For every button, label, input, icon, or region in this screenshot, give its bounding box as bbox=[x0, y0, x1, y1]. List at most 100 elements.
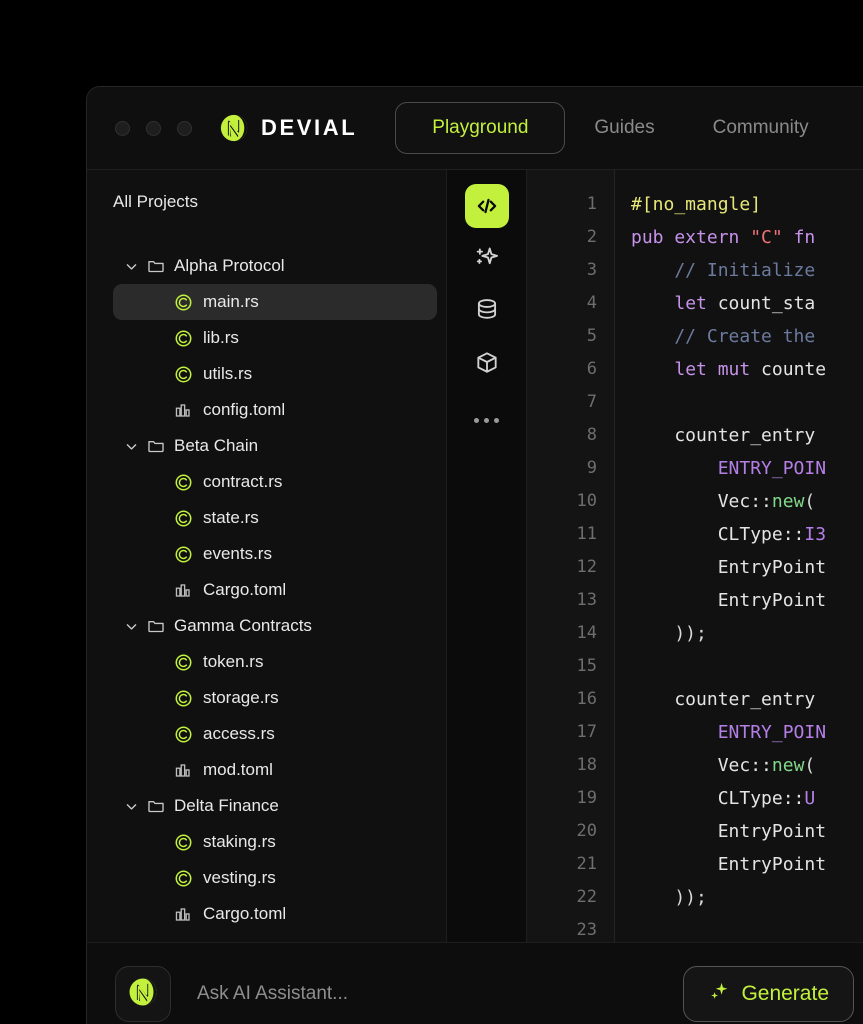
code-token: EntryPoint bbox=[631, 854, 827, 875]
code-token: count_sta bbox=[706, 293, 816, 314]
chevron-down-icon[interactable] bbox=[125, 260, 138, 273]
tree-file-row[interactable]: events.rs bbox=[113, 536, 437, 572]
code-token: // Create the bbox=[631, 326, 816, 347]
main-body: All Projects Alpha Protocol main.rs lib.rs… bbox=[87, 170, 863, 942]
rail-item-code[interactable] bbox=[464, 184, 509, 228]
toml-file-icon bbox=[175, 401, 193, 420]
tree-file-row[interactable]: Cargo.toml bbox=[113, 572, 437, 608]
close-window-button[interactable] bbox=[115, 120, 130, 136]
tree-file-label: mod.toml bbox=[203, 760, 273, 779]
line-number: 15 bbox=[576, 656, 597, 676]
folder-icon bbox=[147, 437, 165, 455]
tree-folder-row[interactable]: Delta Finance bbox=[87, 788, 446, 824]
code-token: counter_entry bbox=[631, 689, 816, 710]
code-line: // Create the bbox=[631, 320, 863, 353]
tree-file-label: lib.rs bbox=[203, 328, 239, 347]
app-window: DEVIAL Playground Guides Community All P… bbox=[86, 86, 863, 1024]
code-token: EntryPoint bbox=[631, 821, 827, 842]
folder-icon bbox=[147, 797, 165, 815]
tree-file-row[interactable]: vesting.rs bbox=[113, 860, 437, 896]
tab-community[interactable]: Community bbox=[684, 102, 838, 154]
line-number: 10 bbox=[576, 491, 597, 511]
tree-file-label: storage.rs bbox=[203, 688, 279, 707]
tree-file-row[interactable]: access.rs bbox=[113, 716, 437, 752]
tree-file-row[interactable]: token.rs bbox=[113, 644, 437, 680]
tree-file-label: events.rs bbox=[203, 544, 272, 563]
tree-file-label: staking.rs bbox=[203, 832, 276, 851]
tree-file-row[interactable]: utils.rs bbox=[113, 356, 437, 392]
main-tabs: Playground Guides Community bbox=[395, 102, 837, 154]
code-token: )); bbox=[631, 887, 707, 908]
line-number: 18 bbox=[576, 755, 597, 775]
code-token: ( bbox=[804, 755, 816, 776]
tree-file-row-selected[interactable]: main.rs bbox=[113, 284, 437, 320]
rail-item-more[interactable] bbox=[465, 392, 509, 436]
rust-file-icon bbox=[175, 725, 193, 744]
code-line: EntryPoint bbox=[631, 584, 863, 617]
line-number: 1 bbox=[586, 194, 597, 214]
code-token: EntryPoint bbox=[631, 557, 827, 578]
code-token: U bbox=[804, 788, 816, 809]
code-token: #[no_mangle] bbox=[631, 194, 762, 215]
code-token: let mut bbox=[674, 359, 751, 380]
window-controls bbox=[115, 120, 192, 136]
rail-item-cube[interactable] bbox=[465, 340, 509, 384]
code-line: #[no_mangle] bbox=[631, 188, 863, 221]
code-token: counte bbox=[750, 359, 827, 380]
line-number-gutter: 1 2 3 4 5 6 7 8 9 10 11 12 13 14 15 16 17 18 19 20 21 22 23 bbox=[527, 170, 615, 942]
app-root: DEVIAL Playground Guides Community All P… bbox=[0, 0, 863, 1024]
chevron-down-icon[interactable] bbox=[125, 800, 138, 813]
rust-file-icon bbox=[175, 545, 193, 564]
chevron-down-icon[interactable] bbox=[125, 440, 138, 453]
tab-playground[interactable]: Playground bbox=[395, 102, 566, 154]
tree-file-row[interactable]: lib.rs bbox=[113, 320, 437, 356]
chevron-down-icon[interactable] bbox=[125, 620, 138, 633]
tree-file-row[interactable]: staking.rs bbox=[113, 824, 437, 860]
code-line: counter_entry bbox=[631, 419, 863, 452]
tree-folder-row[interactable]: Alpha Protocol bbox=[87, 248, 446, 284]
tree-file-row[interactable]: Cargo.toml bbox=[113, 896, 437, 932]
rust-file-icon bbox=[175, 293, 193, 312]
tree-file-row[interactable]: storage.rs bbox=[113, 680, 437, 716]
tree-folder-label: Alpha Protocol bbox=[174, 256, 285, 275]
maximize-window-button[interactable] bbox=[177, 120, 192, 136]
tree-file-row[interactable]: config.toml bbox=[113, 392, 437, 428]
tree-folder-row[interactable]: Gamma Contracts bbox=[87, 608, 446, 644]
toml-file-icon bbox=[175, 905, 193, 924]
ai-prompt-input[interactable] bbox=[197, 983, 666, 1005]
rust-file-icon bbox=[175, 869, 193, 888]
code-icon bbox=[474, 193, 500, 219]
tree-file-label: state.rs bbox=[203, 508, 259, 527]
code-token: Vec:: bbox=[631, 755, 772, 776]
tree-file-row[interactable]: state.rs bbox=[113, 500, 437, 536]
more-horizontal-icon bbox=[474, 417, 499, 423]
rail-item-database[interactable] bbox=[465, 288, 509, 332]
line-number: 17 bbox=[576, 722, 597, 742]
line-number: 19 bbox=[576, 788, 597, 808]
generate-button[interactable]: Generate bbox=[683, 966, 854, 1022]
tree-file-row[interactable]: contract.rs bbox=[113, 464, 437, 500]
code-line: EntryPoint bbox=[631, 815, 863, 848]
code-token: ( bbox=[804, 491, 816, 512]
line-number: 21 bbox=[576, 854, 597, 874]
toml-file-icon bbox=[175, 581, 193, 600]
code-line: counter_entry bbox=[631, 683, 863, 716]
rail-item-ai[interactable] bbox=[465, 236, 509, 280]
line-number: 6 bbox=[586, 359, 597, 379]
line-number: 5 bbox=[586, 326, 597, 346]
code-line: EntryPoint bbox=[631, 848, 863, 881]
code-token: CLType:: bbox=[631, 788, 805, 809]
code-editor: 1 2 3 4 5 6 7 8 9 10 11 12 13 14 15 16 17 18 19 20 21 22 23 #[… bbox=[527, 170, 863, 942]
minimize-window-button[interactable] bbox=[146, 120, 161, 136]
code-line: Vec::new( bbox=[631, 749, 863, 782]
tree-file-label: Cargo.toml bbox=[203, 904, 287, 923]
code-content[interactable]: #[no_mangle] pub extern "C" fn // Initial… bbox=[615, 170, 863, 942]
tree-file-row[interactable]: mod.toml bbox=[113, 752, 437, 788]
tab-guides[interactable]: Guides bbox=[565, 102, 683, 154]
tree-folder-row[interactable]: Beta Chain bbox=[87, 428, 446, 464]
brand-name: DEVIAL bbox=[261, 115, 358, 140]
assistant-logo-button[interactable] bbox=[115, 966, 171, 1022]
code-token: new bbox=[771, 755, 805, 776]
